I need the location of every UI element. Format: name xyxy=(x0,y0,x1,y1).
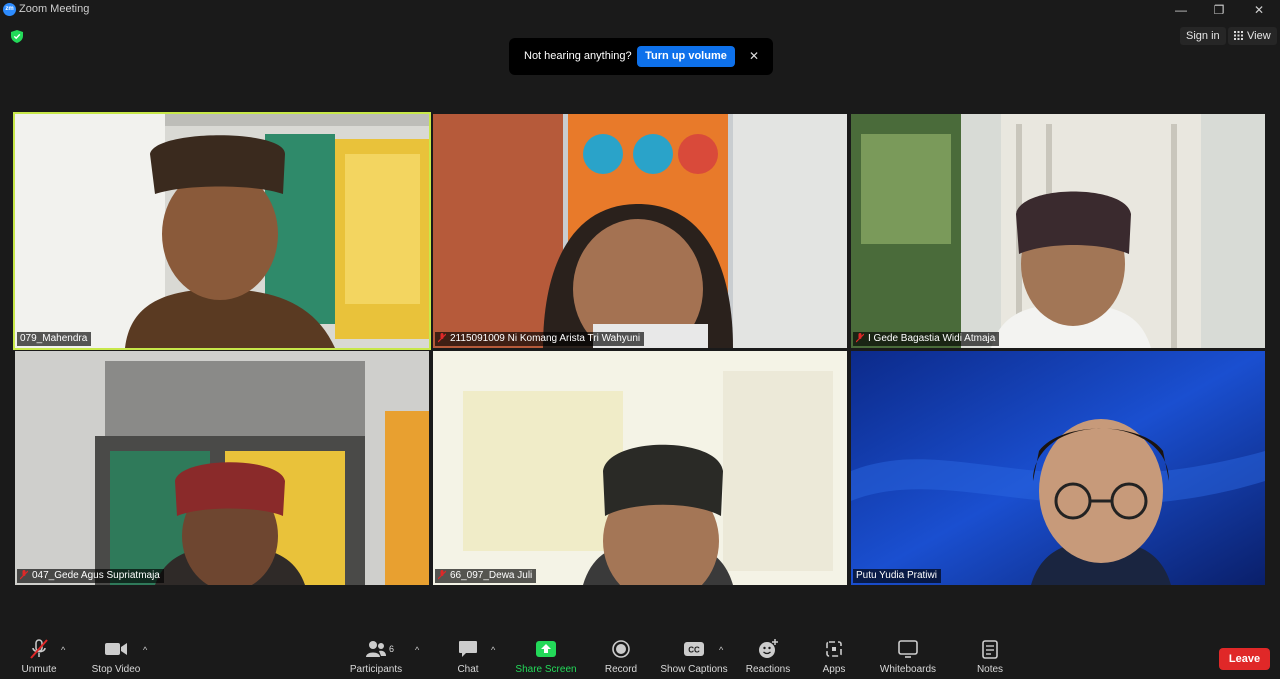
view-label: View xyxy=(1247,30,1271,42)
apps-icon xyxy=(826,641,842,657)
shield-icon[interactable] xyxy=(11,30,23,43)
sign-in-button[interactable]: Sign in xyxy=(1180,27,1226,45)
notification-text: Not hearing anything? xyxy=(524,50,632,62)
leave-button[interactable]: Leave xyxy=(1219,648,1270,670)
view-button[interactable]: View xyxy=(1228,27,1277,45)
show-captions-label: Show Captions xyxy=(660,664,728,675)
participants-button[interactable]: Participants xyxy=(346,638,406,675)
unmute-label: Unmute xyxy=(21,664,57,675)
audio-options-chevron-icon[interactable]: ^ xyxy=(61,645,65,655)
participant-video xyxy=(433,351,847,585)
stop-video-button[interactable]: Stop Video xyxy=(88,638,144,675)
show-captions-button[interactable]: CC Show Captions xyxy=(659,638,729,675)
chat-button[interactable]: Chat xyxy=(453,638,483,675)
unmute-button[interactable]: Unmute xyxy=(16,638,62,675)
participant-name-tag: I Gede Bagastia Widi Atmaja xyxy=(853,332,1000,346)
turn-up-volume-button[interactable]: Turn up volume xyxy=(637,46,735,67)
stop-video-label: Stop Video xyxy=(91,664,141,675)
participant-name-tag: 047_Gede Agus Supriatmaja xyxy=(17,569,164,583)
audio-notification: Not hearing anything? Turn up volume ✕ xyxy=(509,38,773,75)
participants-options-chevron-icon[interactable]: ^ xyxy=(415,645,419,655)
video-tile[interactable]: 2115091009 Ni Komang Arista Tri Wahyuni xyxy=(433,114,847,348)
whiteboards-button[interactable]: Whiteboards xyxy=(876,638,940,675)
whiteboard-icon xyxy=(898,640,918,658)
chat-label: Chat xyxy=(457,664,479,675)
participant-name-tag: 079_Mahendra xyxy=(17,332,92,346)
participant-name-tag: Putu Yudia Pratiwi xyxy=(853,569,941,583)
participant-name: 079_Mahendra xyxy=(20,333,88,344)
reactions-label: Reactions xyxy=(745,664,791,675)
participant-video xyxy=(433,114,847,348)
window-title: Zoom Meeting xyxy=(19,3,90,15)
restore-button[interactable]: ❐ xyxy=(1199,0,1239,20)
chat-bubble-icon xyxy=(459,641,477,657)
whiteboards-label: Whiteboards xyxy=(879,664,937,675)
title-bar: zm Zoom Meeting — ❐ ✕ xyxy=(0,0,1280,20)
participants-label: Participants xyxy=(349,664,403,675)
record-icon xyxy=(612,640,630,658)
muted-microphone-icon xyxy=(30,639,48,659)
video-options-chevron-icon[interactable]: ^ xyxy=(143,645,147,655)
apps-label: Apps xyxy=(822,664,846,675)
participants-icon xyxy=(366,641,386,657)
muted-mic-icon xyxy=(20,570,28,580)
zoom-logo-icon: zm xyxy=(3,3,16,16)
record-label: Record xyxy=(604,664,638,675)
closed-captions-icon: CC xyxy=(684,642,704,656)
share-screen-button[interactable]: Share Screen xyxy=(514,638,578,675)
video-camera-icon xyxy=(105,643,127,655)
participant-name-tag: 66_097_Dewa Juli xyxy=(435,569,537,583)
participant-name: 047_Gede Agus Supriatmaja xyxy=(32,570,160,581)
close-window-button[interactable]: ✕ xyxy=(1239,0,1279,20)
participant-video xyxy=(15,114,429,348)
participant-name: 2115091009 Ni Komang Arista Tri Wahyuni xyxy=(450,333,641,344)
minimize-button[interactable]: — xyxy=(1161,0,1201,20)
muted-mic-icon xyxy=(856,333,864,343)
notes-icon xyxy=(982,640,998,659)
reactions-smiley-icon xyxy=(759,639,778,658)
notes-button[interactable]: Notes xyxy=(973,638,1007,675)
participant-name-tag: 2115091009 Ni Komang Arista Tri Wahyuni xyxy=(435,332,645,346)
meeting-toolbar: Unmute ^ Stop Video ^ Participants 6 ^ C… xyxy=(0,630,1280,679)
participant-name: 66_097_Dewa Juli xyxy=(450,570,533,581)
reactions-button[interactable]: Reactions xyxy=(743,638,793,675)
participants-count: 6 xyxy=(389,644,395,654)
video-tile[interactable]: 079_Mahendra xyxy=(13,112,431,350)
captions-options-chevron-icon[interactable]: ^ xyxy=(719,645,723,655)
video-tile[interactable]: I Gede Bagastia Widi Atmaja xyxy=(851,114,1265,348)
record-button[interactable]: Record xyxy=(601,638,641,675)
chat-options-chevron-icon[interactable]: ^ xyxy=(491,645,495,655)
grid-icon xyxy=(1234,31,1243,40)
share-screen-icon xyxy=(536,641,556,657)
participant-name: Putu Yudia Pratiwi xyxy=(856,570,937,581)
apps-button[interactable]: Apps xyxy=(817,638,851,675)
participant-name: I Gede Bagastia Widi Atmaja xyxy=(868,333,996,344)
participant-video xyxy=(851,351,1265,585)
video-tile[interactable]: 66_097_Dewa Juli xyxy=(433,351,847,585)
share-screen-label: Share Screen xyxy=(515,664,577,675)
participant-video xyxy=(851,114,1265,348)
captions-badge-text: CC xyxy=(688,646,700,655)
close-notification-button[interactable]: ✕ xyxy=(747,48,761,64)
muted-mic-icon xyxy=(438,570,446,580)
notes-label: Notes xyxy=(976,664,1004,675)
video-tile[interactable]: Putu Yudia Pratiwi xyxy=(851,351,1265,585)
video-tile[interactable]: 047_Gede Agus Supriatmaja xyxy=(15,351,429,585)
muted-mic-icon xyxy=(438,333,446,343)
participant-video xyxy=(15,351,429,585)
